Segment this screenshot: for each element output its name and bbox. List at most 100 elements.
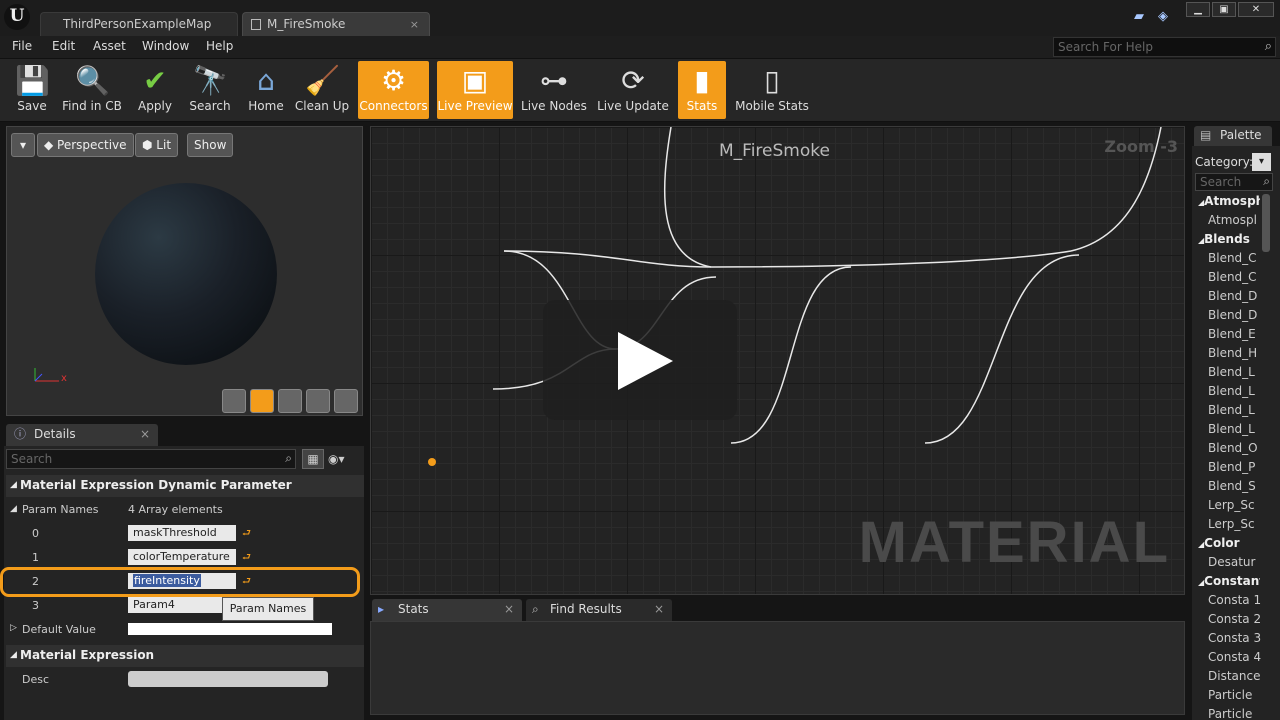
- menu-window[interactable]: Window: [142, 39, 189, 53]
- palette-category[interactable]: ◢Atmosphe: [1198, 194, 1260, 208]
- material-graph[interactable]: M_FireSmoke Zoom -3 MATERIAL: [370, 126, 1185, 595]
- stats-button[interactable]: ▮ Stats: [678, 61, 726, 119]
- palette-category[interactable]: ◢Constants: [1198, 574, 1260, 588]
- tab-find-results[interactable]: ⌕ Find Results ×: [526, 599, 672, 621]
- live-nodes-button[interactable]: ⊶ Live Nodes: [520, 61, 588, 119]
- palette-item[interactable]: Blend_C: [1208, 251, 1270, 265]
- menu-asset[interactable]: Asset: [93, 39, 126, 53]
- palette-item[interactable]: Blend_P: [1208, 460, 1270, 474]
- close-icon[interactable]: ×: [504, 599, 514, 620]
- param-name-field[interactable]: colorTemperature: [128, 549, 236, 565]
- palette-item[interactable]: Particle: [1208, 688, 1270, 702]
- clean-up-button[interactable]: 🧹 Clean Up: [294, 61, 350, 119]
- perspective-label: Perspective: [57, 138, 127, 152]
- home-button[interactable]: ⌂ Home: [242, 61, 290, 119]
- palette-category[interactable]: ◢Blends: [1198, 232, 1260, 246]
- help-search-input[interactable]: Search For Help ⌕: [1053, 37, 1276, 57]
- chevron-down-icon: ▾: [19, 138, 27, 152]
- palette-item[interactable]: Desatur: [1208, 555, 1270, 569]
- show-button[interactable]: Show: [187, 133, 234, 157]
- palette-item[interactable]: Blend_L: [1208, 422, 1270, 436]
- graph-node-pin[interactable]: [428, 458, 436, 466]
- preview-sphere: [95, 183, 277, 365]
- reset-arrow-icon[interactable]: ⮐: [242, 550, 251, 567]
- param-name-field-editing[interactable]: fireIntensity: [128, 573, 236, 589]
- apply-label: Apply: [138, 99, 172, 113]
- video-play-overlay[interactable]: [543, 300, 737, 420]
- viewport-options-dropdown[interactable]: ▾: [11, 133, 35, 157]
- grid-view-icon[interactable]: ▦: [302, 449, 324, 469]
- details-search-input[interactable]: Search ⌕: [6, 449, 296, 469]
- collapse-triangle-icon: ◢: [1198, 198, 1205, 207]
- param-name-field[interactable]: Param4: [128, 597, 222, 613]
- close-icon[interactable]: ×: [410, 13, 419, 36]
- palette-item[interactable]: Consta 1: [1208, 593, 1270, 607]
- param-name-field[interactable]: maskThreshold: [128, 525, 236, 541]
- maximize-button[interactable]: ▣: [1212, 2, 1236, 17]
- palette-item[interactable]: Lerp_Sc: [1208, 517, 1270, 531]
- palette-item[interactable]: Blend_O: [1208, 441, 1270, 455]
- sphere-preview-icon[interactable]: [250, 389, 274, 413]
- perspective-button[interactable]: ◆ Perspective: [37, 133, 134, 157]
- palette-item[interactable]: Blend_L: [1208, 384, 1270, 398]
- mobile-stats-button[interactable]: ▯ Mobile Stats: [732, 61, 812, 119]
- palette-item[interactable]: Consta 3: [1208, 631, 1270, 645]
- visibility-eye-icon[interactable]: ◉▾: [328, 449, 360, 469]
- palette-search-input[interactable]: Search ⌕: [1195, 173, 1273, 191]
- plane-preview-icon[interactable]: [278, 389, 302, 413]
- apply-button[interactable]: ✔ Apply: [132, 61, 178, 119]
- feedback-icon[interactable]: ◈: [1158, 10, 1174, 24]
- close-icon[interactable]: ×: [654, 599, 664, 620]
- menu-help[interactable]: Help: [206, 39, 233, 53]
- palette-item[interactable]: Consta 4: [1208, 650, 1270, 664]
- palette-category[interactable]: ◢Color: [1198, 536, 1260, 550]
- find-in-cb-button[interactable]: 🔍 Find in CB: [60, 61, 124, 119]
- palette-item[interactable]: Atmospl: [1208, 213, 1270, 227]
- palette-item[interactable]: Blend_H: [1208, 346, 1270, 360]
- palette-item[interactable]: Blend_S: [1208, 479, 1270, 493]
- tab-palette[interactable]: ▤ Palette: [1194, 126, 1272, 146]
- tab-thirdpersonexamplemap[interactable]: ThirdPersonExampleMap: [40, 12, 238, 36]
- tab-m-firesmoke[interactable]: M_FireSmoke ×: [242, 12, 430, 36]
- category-dropdown[interactable]: ▾: [1252, 153, 1271, 171]
- minimize-button[interactable]: ▁: [1186, 2, 1210, 17]
- reset-arrow-icon[interactable]: ⮐: [242, 526, 251, 543]
- live-preview-icon: ▣: [461, 64, 489, 97]
- palette-item[interactable]: Particle: [1208, 707, 1270, 720]
- reset-arrow-icon[interactable]: ⮐: [242, 574, 251, 591]
- lit-button[interactable]: ⬢ Lit: [135, 133, 179, 157]
- lit-sphere-icon: ⬢: [142, 138, 157, 152]
- tab-stats[interactable]: ▸ Stats ×: [372, 599, 522, 621]
- default-value-color-swatch[interactable]: [128, 623, 332, 635]
- palette-item[interactable]: Blend_E: [1208, 327, 1270, 341]
- palette-item[interactable]: Distance: [1208, 669, 1270, 683]
- palette-item[interactable]: Blend_L: [1208, 403, 1270, 417]
- palette-item[interactable]: Blend_D: [1208, 289, 1270, 303]
- preview-viewport[interactable]: ▾ ◆ Perspective ⬢ Lit Show x: [6, 126, 363, 416]
- save-button[interactable]: 💾 Save: [8, 61, 56, 119]
- section-material-expression-dynamic-parameter[interactable]: ◢ Material Expression Dynamic Parameter: [6, 475, 364, 497]
- cylinder-preview-icon[interactable]: [222, 389, 246, 413]
- live-preview-button[interactable]: ▣ Live Preview: [437, 61, 513, 119]
- close-icon[interactable]: ×: [140, 424, 150, 445]
- menu-file[interactable]: File: [12, 39, 32, 53]
- palette-item[interactable]: Blend_D: [1208, 308, 1270, 322]
- palette-icon: ▤: [1200, 128, 1212, 142]
- expand-triangle-icon[interactable]: ▷: [10, 623, 17, 633]
- palette-item[interactable]: Blend_L: [1208, 365, 1270, 379]
- menu-edit[interactable]: Edit: [52, 39, 75, 53]
- desc-field[interactable]: [128, 671, 328, 687]
- custom-mesh-preview-icon[interactable]: [334, 389, 358, 413]
- section-material-expression[interactable]: ◢ Material Expression: [6, 645, 364, 667]
- collapse-triangle-icon[interactable]: ◢: [10, 504, 17, 514]
- search-button[interactable]: 🔭 Search: [186, 61, 234, 119]
- cube-preview-icon[interactable]: [306, 389, 330, 413]
- palette-item[interactable]: Lerp_Sc: [1208, 498, 1270, 512]
- tab-details[interactable]: ⓘ Details ×: [6, 424, 158, 446]
- palette-item[interactable]: Blend_C: [1208, 270, 1270, 284]
- palette-item[interactable]: Consta 2: [1208, 612, 1270, 626]
- connectors-button[interactable]: ⚙ Connectors: [358, 61, 429, 119]
- chat-bubble-icon[interactable]: ▰: [1134, 10, 1150, 24]
- close-window-button[interactable]: ✕: [1238, 2, 1274, 17]
- live-update-button[interactable]: ⟳ Live Update: [596, 61, 670, 119]
